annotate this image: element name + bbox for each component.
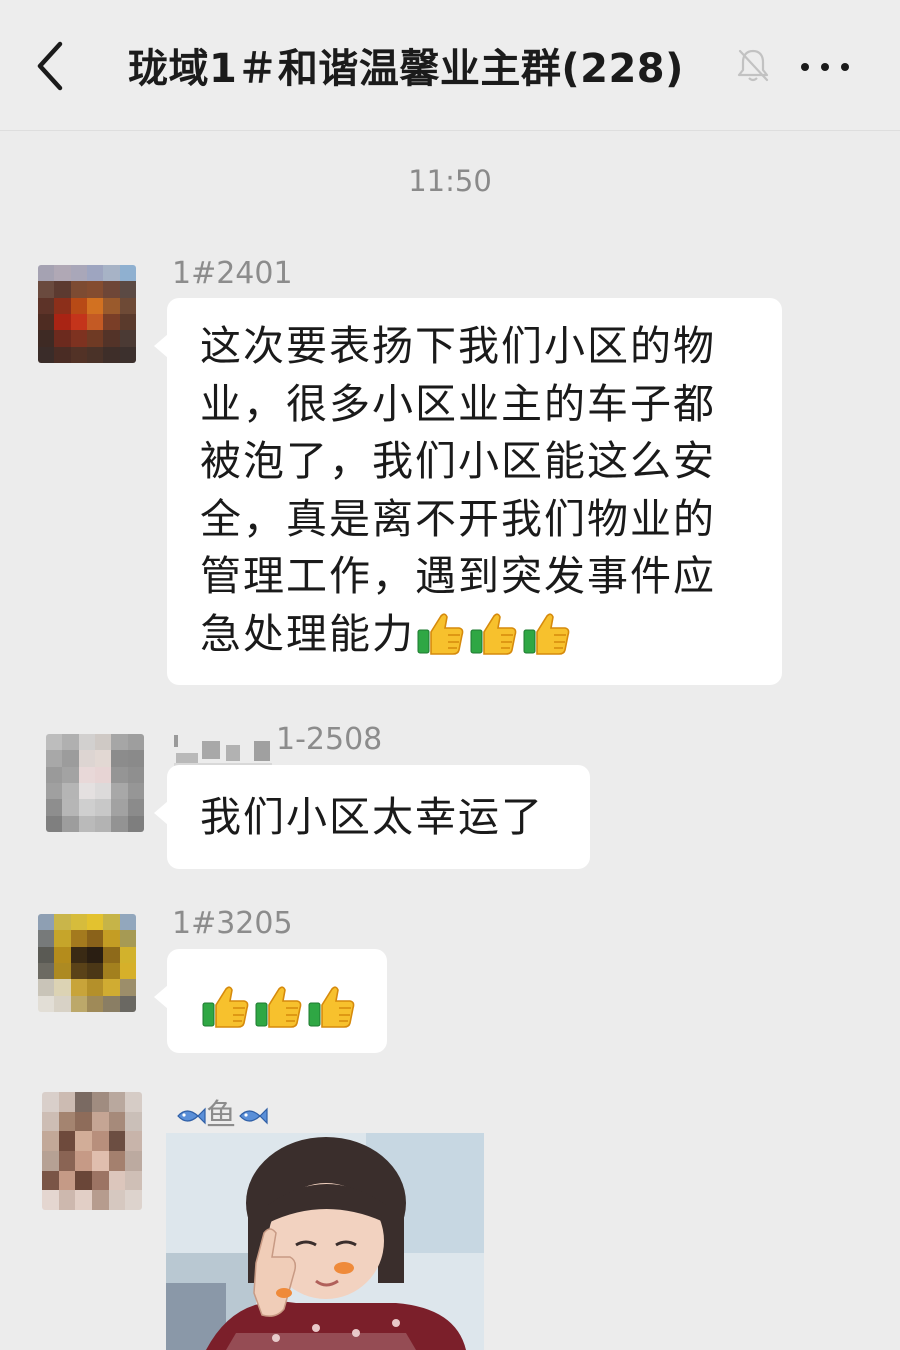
message-line-text: 急处理能力: [200, 609, 415, 658]
fish-icon: [174, 1105, 206, 1127]
thumbs-up-icon: [253, 983, 303, 1029]
message-bubble[interactable]: 我们小区太幸运了: [154, 765, 590, 869]
message-timestamp: 11:50: [408, 164, 492, 198]
message-line: 业，很多小区业主的车子都: [200, 379, 716, 428]
avatar[interactable]: [38, 914, 136, 1012]
more-dots-icon: [801, 63, 849, 71]
message-line: 这次要表扬下我们小区的物: [200, 322, 716, 370]
message-line: 管理工作，遇到突发事件应: [200, 552, 716, 601]
sender-name: 鱼: [174, 1090, 268, 1134]
message-text: 我们小区太幸运了: [200, 793, 544, 841]
back-button[interactable]: [30, 36, 80, 96]
bell-muted-icon: [734, 46, 772, 84]
thumbs-up-icon: [306, 983, 356, 1029]
message-line-with-emoji: 急处理能力: [200, 606, 716, 664]
sender-name: 1#3205: [172, 906, 293, 941]
thumbs-up-icon: [415, 610, 465, 656]
fish-icon: [236, 1105, 268, 1127]
sticker-image[interactable]: [166, 1133, 484, 1350]
avatar[interactable]: [42, 1092, 142, 1210]
sender-name-text: 鱼: [206, 1098, 236, 1133]
thumbs-up-icon: [200, 983, 250, 1029]
message-line: 被泡了，我们小区能这么安: [200, 437, 716, 486]
thumbs-up-icon: [468, 610, 518, 656]
thumbs-up-icon: [521, 610, 571, 656]
chevron-left-icon: [37, 41, 63, 91]
more-button[interactable]: [795, 52, 855, 82]
sender-name: 1#2401: [172, 256, 293, 291]
chat-header: 珑域1＃和谐温馨业主群(228): [0, 0, 900, 131]
avatar[interactable]: [38, 265, 136, 363]
emoji-row: [200, 979, 359, 1037]
sender-name: 1-2508: [276, 722, 383, 757]
message-bubble[interactable]: 这次要表扬下我们小区的物 业，很多小区业主的车子都 被泡了，我们小区能这么安 全…: [154, 298, 782, 685]
message-line: 全，真是离不开我们物业的: [200, 494, 716, 543]
avatar[interactable]: [46, 734, 144, 832]
message-bubble[interactable]: [154, 949, 387, 1053]
chat-title: 珑域1＃和谐温馨业主群(228): [128, 46, 684, 92]
